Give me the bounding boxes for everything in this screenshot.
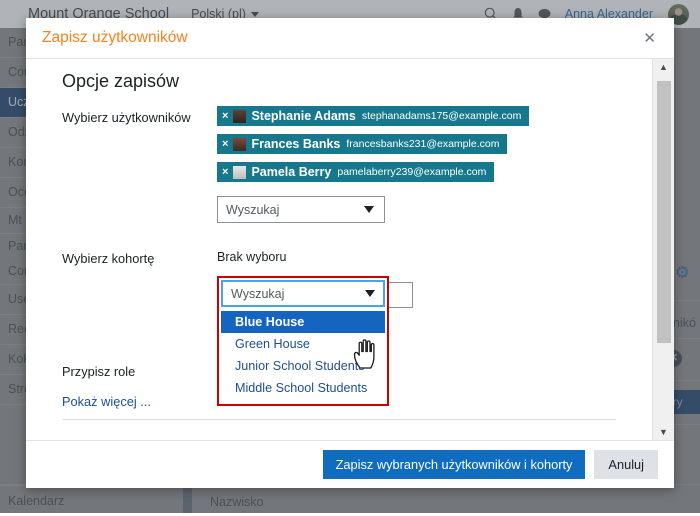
chevron-down-icon: [365, 290, 375, 297]
show-more-link[interactable]: Pokaż więcej ...: [62, 394, 151, 409]
cohort-option-middle-school-students[interactable]: Middle School Students: [221, 377, 385, 399]
form-row-select-cohort: Wybierz kohortę Brak wyboru Wyszukaj Blu…: [26, 247, 652, 406]
modal-body: Opcje zapisów Wybierz użytkowników × Ste…: [26, 59, 652, 440]
label-assign-role: Przypisz role: [62, 364, 136, 379]
caret-down-icon[interactable]: ▼: [653, 424, 674, 440]
cohort-search-dropdown: Wyszukaj Blue House Green House Junior S…: [217, 276, 389, 406]
page-root: Mount Orange School Polski (pl) Anna Ale…: [0, 0, 700, 513]
modal-title: Zapisz użytkowników: [42, 29, 188, 46]
modal-scrollbar[interactable]: ▲ ▼: [652, 59, 674, 440]
remove-icon[interactable]: ×: [222, 110, 228, 122]
divider: [62, 419, 616, 420]
user-email: francesbanks231@example.com: [346, 138, 500, 150]
caret-up-icon[interactable]: ▲: [653, 59, 674, 75]
user-search-value: Wyszukaj: [226, 202, 280, 217]
user-avatar-icon: [233, 165, 247, 179]
user-email: pamelaberry239@example.com: [337, 166, 487, 178]
cohort-option-green-house[interactable]: Green House: [221, 333, 385, 355]
label-select-cohort: Wybierz kohortę: [62, 251, 155, 266]
section-title: Opcje zapisów: [62, 71, 180, 91]
selected-user-tag[interactable]: × Frances Banks francesbanks231@example.…: [217, 134, 508, 154]
modal-footer: Zapisz wybranych użytkowników i kohorty …: [26, 440, 674, 488]
label-select-users: Wybierz użytkowników: [62, 110, 191, 125]
cohort-search-value: Wyszukaj: [231, 286, 285, 301]
role-select-hidden[interactable]: [385, 282, 413, 308]
modal-header: Zapisz użytkowników ✕: [26, 18, 674, 58]
cohort-control: Brak wyboru Wyszukaj Blue House Green Ho…: [217, 247, 652, 406]
enrol-users-modal: Zapisz użytkowników ✕ Opcje zapisów Wybi…: [26, 18, 674, 488]
selected-user-tag[interactable]: × Pamela Berry pamelaberry239@example.co…: [217, 162, 495, 182]
modal-body-wrapper: Opcje zapisów Wybierz użytkowników × Ste…: [26, 58, 674, 440]
remove-icon[interactable]: ×: [222, 166, 228, 178]
cancel-button[interactable]: Anuluj: [594, 450, 658, 479]
submit-button[interactable]: Zapisz wybranych użytkowników i kohorty: [322, 450, 586, 479]
cohort-option-junior-school-students[interactable]: Junior School Students: [221, 355, 385, 377]
user-name: Pamela Berry: [251, 165, 332, 179]
cohort-search-select[interactable]: Wyszukaj: [221, 280, 385, 307]
remove-icon[interactable]: ×: [222, 138, 228, 150]
user-avatar-icon: [233, 109, 247, 123]
user-name: Frances Banks: [251, 137, 341, 151]
scrollbar-thumb[interactable]: [657, 81, 671, 343]
user-email: stephanadams175@example.com: [361, 110, 522, 122]
user-avatar-icon: [233, 137, 247, 151]
selected-users-control: × Stephanie Adams stephanadams175@exampl…: [217, 106, 652, 223]
selected-user-tag[interactable]: × Stephanie Adams stephanadams175@exampl…: [217, 106, 530, 126]
form-row-select-users: Wybierz użytkowników × Stephanie Adams s…: [26, 106, 652, 223]
user-name: Stephanie Adams: [251, 109, 356, 123]
user-search-select[interactable]: Wyszukaj: [217, 196, 385, 223]
cohort-option-blue-house[interactable]: Blue House: [221, 311, 385, 333]
chevron-down-icon: [364, 206, 374, 213]
cohort-no-selection: Brak wyboru: [217, 250, 287, 264]
close-icon[interactable]: ✕: [639, 29, 660, 48]
cohort-options-list: Blue House Green House Junior School Stu…: [221, 309, 385, 402]
